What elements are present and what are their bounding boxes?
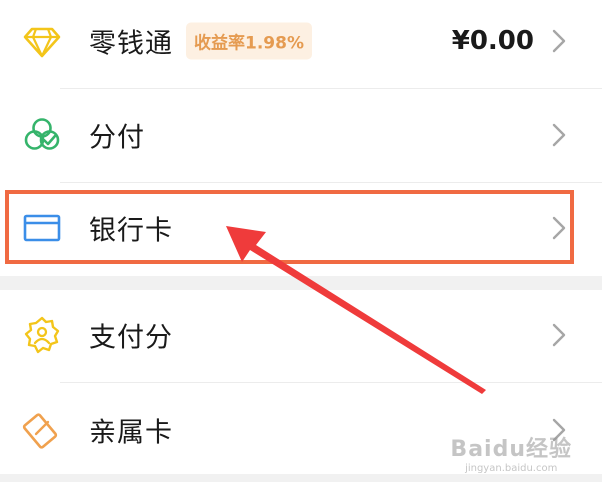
watermark-logo: Baidu经验 <box>450 437 572 462</box>
row-label: 分付 <box>89 122 145 154</box>
yield-badge: 收益率1.98% <box>186 22 312 60</box>
fenfu-icon <box>24 118 60 150</box>
chevron-right-icon <box>552 323 566 347</box>
diamond-icon <box>23 27 61 58</box>
payscore-icon <box>24 316 60 354</box>
row-label: 零钱通 <box>89 28 173 60</box>
family-card-icon <box>22 413 58 449</box>
row-lingqiantong[interactable]: 零钱通 收益率1.98% ¥0.00 <box>0 0 602 86</box>
row-payscore[interactable]: 支付分 <box>0 290 602 380</box>
row-fenfu[interactable]: 分付 <box>0 90 602 180</box>
watermark-url: jingyan.baidu.com <box>465 463 558 474</box>
row-label: 亲属卡 <box>89 417 173 449</box>
highlight-box <box>5 190 574 264</box>
watermark: Baidu经验 jingyan.baidu.com <box>450 431 572 474</box>
chevron-right-icon <box>552 29 566 53</box>
section-gap <box>0 474 602 482</box>
section-gap <box>0 276 602 290</box>
row-label: 支付分 <box>89 322 173 354</box>
balance-amount: ¥0.00 <box>451 26 534 56</box>
row-divider <box>60 88 602 89</box>
chevron-right-icon <box>552 123 566 147</box>
row-divider <box>60 382 602 383</box>
